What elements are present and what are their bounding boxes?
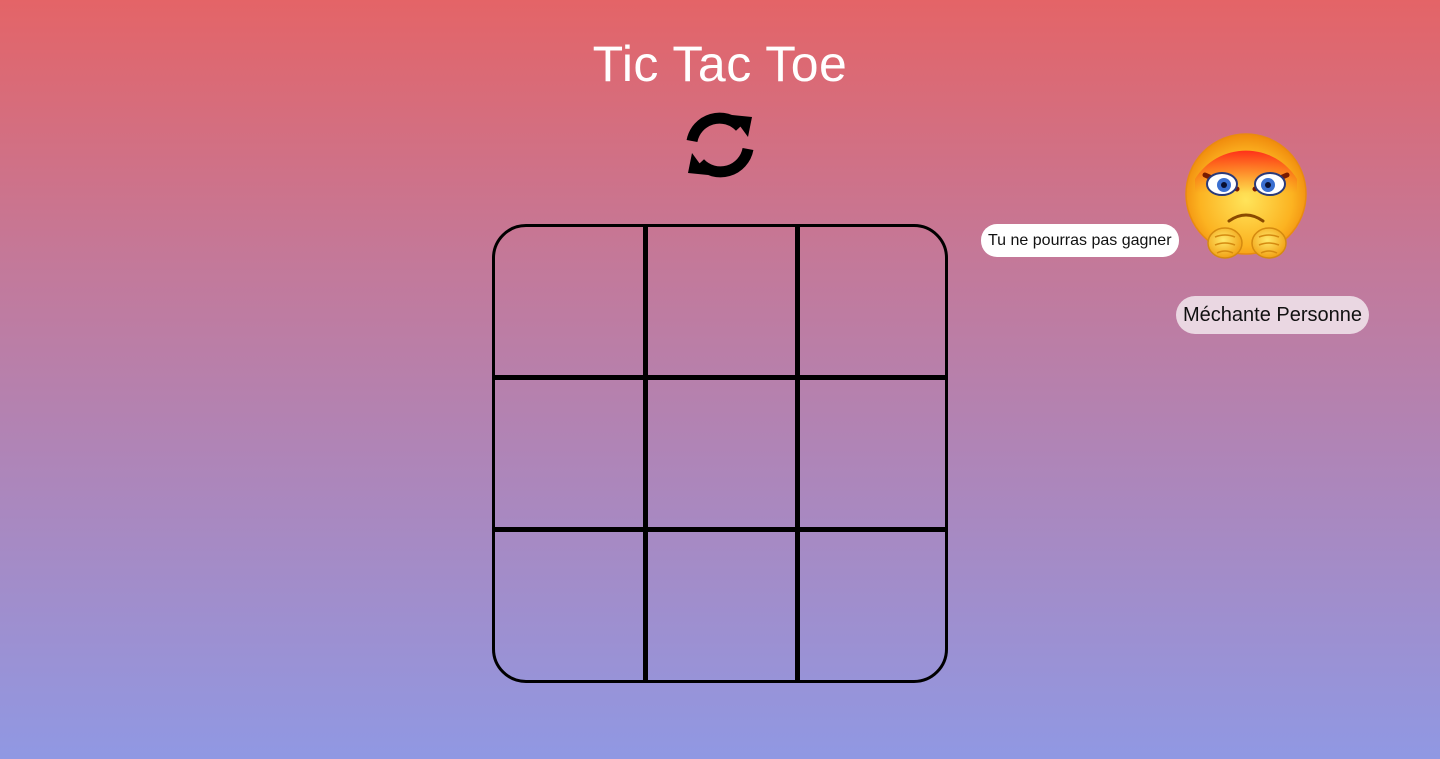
opponent-avatar (1183, 131, 1311, 265)
angry-face-icon (1185, 133, 1307, 259)
page-title: Tic Tac Toe (592, 36, 848, 92)
opponent-speech-bubble: Tu ne pourras pas gagner (981, 224, 1179, 257)
refresh-icon (686, 112, 754, 178)
opponent-name-label: Méchante Personne (1176, 296, 1370, 334)
board-cell-3[interactable] (799, 227, 945, 374)
grid-line-horizontal (495, 375, 945, 380)
board-cell-1[interactable] (495, 227, 642, 374)
grid-line-vertical (643, 227, 648, 680)
grid-line-vertical (795, 227, 800, 680)
reset-button[interactable] (682, 107, 758, 183)
board-cell-7[interactable] (495, 531, 642, 678)
board-cell-2[interactable] (647, 227, 794, 374)
board-cell-4[interactable] (495, 379, 642, 526)
board-cell-6[interactable] (799, 379, 945, 526)
board-cell-8[interactable] (647, 531, 794, 678)
board-cell-9[interactable] (799, 531, 945, 678)
board-cell-5[interactable] (647, 379, 794, 526)
game-board (492, 224, 948, 683)
grid-line-horizontal (495, 527, 945, 532)
